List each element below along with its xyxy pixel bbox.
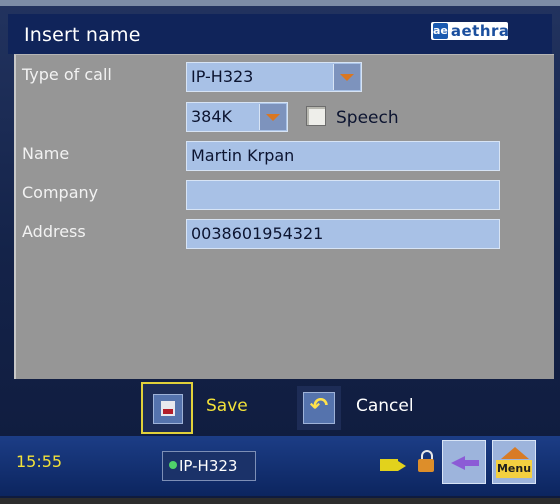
cancel-button[interactable]: ↶: [297, 386, 341, 430]
aethra-logo: ae aethra: [431, 22, 510, 40]
camera-body: [380, 459, 398, 471]
save-label[interactable]: Save: [206, 396, 248, 416]
speech-checkbox[interactable]: [306, 106, 326, 126]
speed-dropdown-button[interactable]: [259, 104, 286, 130]
clock-time: 15:55: [16, 452, 63, 471]
status-bar: 15:55 IP-H323 Menu: [0, 436, 560, 496]
speech-label: Speech: [336, 108, 399, 128]
type-of-call-dropdown-button[interactable]: [333, 64, 360, 90]
type-of-call-select[interactable]: IP-H323: [186, 62, 362, 92]
company-input[interactable]: [186, 180, 500, 210]
top-border: [0, 0, 560, 6]
window-title: Insert name: [24, 24, 141, 46]
menu-label: Menu: [496, 460, 532, 478]
padlock-icon: [418, 450, 434, 474]
save-button[interactable]: [141, 382, 193, 434]
camera-lens: [398, 461, 406, 471]
back-button[interactable]: [442, 440, 486, 484]
type-of-call-label: Type of call: [22, 65, 112, 84]
form-panel: Type of call IP-H323 384K Speech Name Ma…: [14, 54, 554, 379]
logo-text: aethra: [450, 22, 510, 40]
company-label: Company: [22, 183, 99, 202]
cancel-label[interactable]: Cancel: [356, 396, 414, 416]
logo-mark: ae: [433, 23, 448, 39]
chevron-down-icon: [266, 113, 280, 121]
video-camera-icon: [380, 455, 408, 473]
button-bar: Save ↶ Cancel: [0, 382, 560, 434]
floppy-disk-icon: [161, 401, 175, 416]
address-label: Address: [22, 222, 86, 241]
connection-label: IP-H323: [179, 457, 238, 475]
connection-status-icon: [169, 461, 177, 469]
bottom-border: [0, 498, 560, 504]
type-of-call-value: IP-H323: [191, 67, 254, 86]
name-label: Name: [22, 144, 70, 163]
connection-indicator[interactable]: IP-H323: [162, 451, 256, 481]
back-arrow-shaft: [463, 460, 479, 466]
speed-select[interactable]: 384K: [186, 102, 288, 132]
chevron-down-icon: [340, 73, 354, 81]
title-bar: Insert name ae aethra: [8, 14, 552, 54]
menu-home-icon: [501, 447, 529, 459]
speed-value: 384K: [191, 107, 233, 126]
floppy-label: [163, 409, 173, 414]
name-input[interactable]: Martin Krpan: [186, 141, 500, 171]
undo-arrow-icon: ↶: [303, 392, 335, 424]
menu-button[interactable]: Menu: [492, 440, 536, 484]
padlock-body: [418, 459, 434, 472]
window-frame: Insert name ae aethra Type of call IP-H3…: [0, 0, 560, 504]
address-input[interactable]: 0038601954321: [186, 219, 500, 249]
save-icon-frame: [153, 394, 183, 424]
